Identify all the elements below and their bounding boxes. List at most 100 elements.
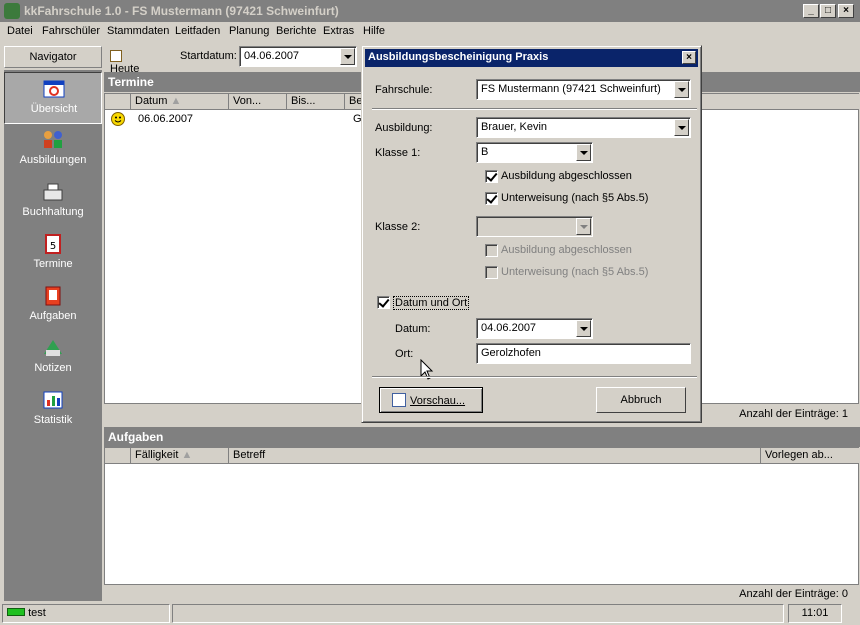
dialog-close-button[interactable]: × [682,51,696,64]
klasse1-select[interactable]: B [476,142,593,163]
people-icon [44,131,62,148]
k2-abgeschlossen-checkbox [485,244,498,257]
connection-status-icon [7,608,25,616]
fahrschule-select[interactable]: FS Mustermann (97421 Schweinfurt) [476,79,691,100]
status-time: 11:01 [788,604,842,623]
nav-item-uebersicht[interactable]: Übersicht [4,72,102,124]
app-icon [4,3,20,19]
column-header-icon [105,94,131,110]
nav-item-termine[interactable]: 5 Termine [4,228,102,280]
menu-berichte[interactable]: Berichte [276,25,316,37]
column-header-betreff[interactable]: Betreff [229,448,761,464]
chevron-down-icon[interactable] [340,48,355,65]
close-button[interactable]: × [838,4,854,18]
divider [372,108,697,110]
window-title-bar: kkFahrschule 1.0 - FS Mustermann (97421 … [0,0,860,22]
ausbildung-label: Ausbildung: [375,122,433,134]
overview-icon [43,80,65,98]
status-bar: test 11:01 [0,603,860,625]
nav-label: Ausbildungen [19,154,87,166]
smiley-icon [111,112,125,126]
nav-item-statistik[interactable]: Statistik [4,384,102,436]
calendar-icon: 5 [45,234,61,254]
chevron-down-icon[interactable] [576,320,591,337]
klasse2-select [476,216,593,237]
status-message-pane [172,604,784,623]
column-header-icon [105,448,131,464]
navigator-panel: Übersicht Ausbildungen Buchhaltung 5 Ter… [4,70,102,601]
termine-count: Anzahl der Einträge: 1 [739,408,848,420]
nav-item-aufgaben[interactable]: Aufgaben [4,280,102,332]
abbruch-button[interactable]: Abbruch [596,387,686,413]
column-header-faelligkeit[interactable]: Fälligkeit ▲ [131,448,229,464]
menu-planung[interactable]: Planung [229,25,269,37]
aufgaben-header: Aufgaben [104,427,860,447]
vorschau-button[interactable]: Vorschau... [379,387,483,413]
minimize-button[interactable]: _ [803,4,819,18]
k2-unterweisung-checkbox [485,266,498,279]
vorschau-label: Vorschau... [410,395,466,407]
nav-label: Statistik [33,414,73,426]
startdatum-picker[interactable]: 04.06.2007 [239,46,357,67]
ausbildungsbescheinigung-dialog: Ausbildungsbescheinigung Praxis × Fahrsc… [361,45,702,423]
nav-label: Buchhaltung [22,206,84,218]
datum-value: 04.06.2007 [481,322,537,334]
column-header-vorlegen[interactable]: Vorlegen ab... [761,448,859,464]
maximize-button[interactable]: □ [820,4,836,18]
menu-extras[interactable]: Extras [323,25,354,37]
datum-ort-checkbox[interactable] [377,296,390,309]
column-header-datum[interactable]: Datum ▲ [131,94,229,110]
aufgaben-count: Anzahl der Einträge: 0 [739,588,848,600]
nav-item-ausbildungen[interactable]: Ausbildungen [4,124,102,176]
startdatum-value: 04.06.2007 [244,50,300,62]
divider [372,376,697,378]
menu-stammdaten[interactable]: Stammdaten [107,25,169,37]
nav-item-buchhaltung[interactable]: Buchhaltung [4,176,102,228]
klasse1-label: Klasse 1: [375,147,421,159]
column-header-bis[interactable]: Bis... [287,94,345,110]
datum-label: Datum: [395,323,431,335]
calendar-today-icon [110,50,122,62]
ausbildung-select[interactable]: Brauer, Kevin [476,117,691,138]
cell-datum: 06.06.2007 [138,113,194,125]
fahrschule-label: Fahrschule: [375,84,433,96]
dialog-title: Ausbildungsbescheinigung Praxis [368,51,549,63]
status-user-pane: test [2,604,170,623]
chevron-down-icon[interactable] [674,119,689,136]
k1-abgeschlossen-label: Ausbildung abgeschlossen [501,170,632,182]
menu-bar: Datei Fahrschüler Stammdaten Leitfaden P… [0,22,860,42]
datum-ort-label: Datum und Ort [393,296,470,310]
k1-abgeschlossen-checkbox[interactable] [485,170,498,183]
k1-unterweisung-label: Unterweisung (nach §5 Abs.5) [501,192,649,204]
datum-picker[interactable]: 04.06.2007 [476,318,593,339]
nav-label: Aufgaben [29,310,77,322]
abbruch-label: Abbruch [620,394,662,406]
statistics-icon [43,391,63,409]
tasks-icon [45,286,61,306]
ausbildung-value: Brauer, Kevin [481,121,548,133]
k2-abgeschlossen-label: Ausbildung abgeschlossen [501,244,632,256]
menu-leitfaden[interactable]: Leitfaden [175,25,220,37]
sort-asc-icon: ▲ [170,95,182,107]
menu-fahrschueler[interactable]: Fahrschüler [42,25,100,37]
sort-asc-icon: ▲ [181,449,193,461]
column-header-von[interactable]: Von... [229,94,287,110]
nav-item-notizen[interactable]: Notizen [4,332,102,384]
ort-input[interactable]: Gerolzhofen [476,343,691,364]
k2-unterweisung-label: Unterweisung (nach §5 Abs.5) [501,266,649,278]
chevron-down-icon[interactable] [576,144,591,161]
heute-button[interactable]: Heute [106,47,158,75]
status-user: test [28,607,46,619]
nav-label: Übersicht [30,103,78,115]
k1-unterweisung-checkbox[interactable] [485,192,498,205]
klasse1-value: B [481,146,489,158]
nav-label: Notizen [34,362,72,374]
preview-icon [392,393,406,407]
chevron-down-icon [576,218,591,235]
fahrschule-value: FS Mustermann (97421 Schweinfurt) [481,83,661,95]
menu-hilfe[interactable]: Hilfe [363,25,385,37]
ort-label: Ort: [395,348,414,360]
klasse2-label: Klasse 2: [375,221,421,233]
menu-datei[interactable]: Datei [7,25,33,37]
chevron-down-icon[interactable] [674,81,689,98]
